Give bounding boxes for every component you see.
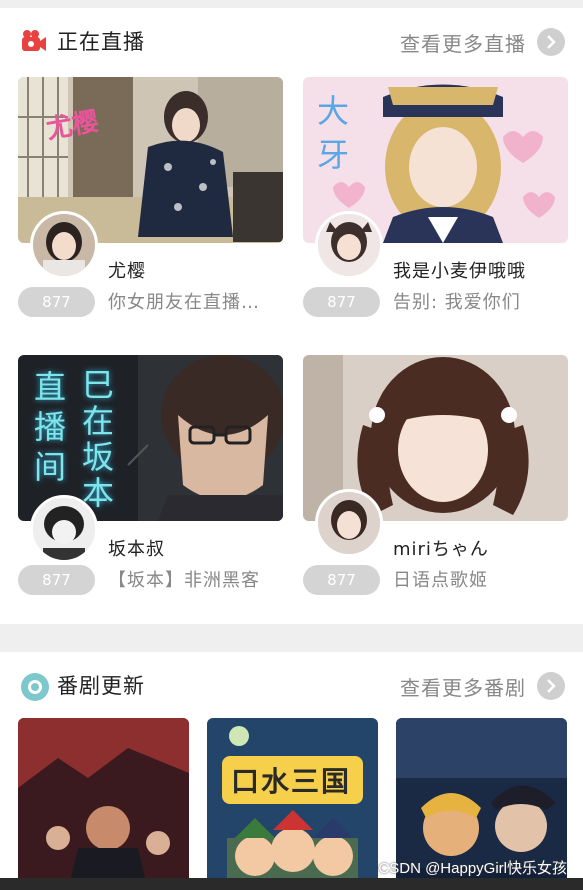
streamer-name: 我是小麦伊哦哦: [393, 261, 526, 282]
more-live-link[interactable]: 查看更多直播: [400, 26, 565, 58]
live-section-title: 正在直播: [57, 30, 145, 54]
streamer-name: 尤樱: [108, 261, 146, 282]
streamer-avatar[interactable]: [315, 211, 383, 279]
chevron-right-icon: [537, 28, 565, 56]
streamer-avatar[interactable]: [315, 489, 383, 557]
thumb-overlay-text-right: 巳在坂本: [82, 366, 115, 512]
viewer-count-badge: 877: [303, 565, 380, 595]
stream-description: 日语点歌姬: [393, 570, 488, 591]
bangumi-title-art: 口水三国: [231, 765, 352, 798]
streamer-name: 坂本叔: [108, 539, 165, 560]
chevron-right-icon: [537, 672, 565, 700]
streamer-avatar[interactable]: [30, 211, 98, 279]
bangumi-section: 番剧更新 查看更多番剧 口水三国: [0, 652, 583, 890]
live-card[interactable]: 大牙 我是小麦伊哦哦 877 告别: 我爱你们: [303, 77, 568, 317]
circle-dot-icon: [20, 672, 49, 701]
bangumi-thumbnail[interactable]: 口水三国: [207, 718, 378, 890]
stream-description: 告别: 我爱你们: [393, 292, 521, 313]
live-section: 正在直播 查看更多直播 尤樱 尤樱 877 你女朋友在直播… 大牙 我是小麦伊哦…: [0, 8, 583, 624]
bangumi-thumbnail[interactable]: [18, 718, 189, 890]
streamer-avatar[interactable]: [30, 495, 98, 563]
live-card[interactable]: 尤樱 尤樱 877 你女朋友在直播…: [18, 77, 283, 317]
more-live-label: 查看更多直播: [400, 31, 526, 56]
live-card[interactable]: 直播间 巳在坂本 坂本叔 877 【坂本】非洲黑客: [18, 355, 283, 595]
more-bangumi-label: 查看更多番剧: [400, 675, 526, 700]
thumb-overlay-text-left: 直播间: [34, 368, 67, 486]
watermark-text: CSDN @HappyGirl快乐女孩: [378, 860, 567, 877]
viewer-count-badge: 877: [303, 287, 380, 317]
bangumi-section-header: 番剧更新 查看更多番剧: [0, 652, 583, 718]
bangumi-section-title: 番剧更新: [57, 674, 145, 698]
stream-description: 你女朋友在直播…: [108, 292, 260, 313]
bottom-bar: [0, 878, 583, 890]
live-card[interactable]: miriちゃん 877 日语点歌姬: [303, 355, 568, 595]
viewer-count-badge: 877: [18, 565, 95, 595]
live-section-header: 正在直播 查看更多直播: [0, 8, 583, 74]
streamer-name: miriちゃん: [393, 539, 489, 560]
video-camera-icon: [20, 28, 48, 56]
more-bangumi-link[interactable]: 查看更多番剧: [400, 670, 565, 702]
thumb-overlay-text: 大牙: [317, 92, 350, 174]
stream-description: 【坂本】非洲黑客: [108, 570, 260, 591]
viewer-count-badge: 877: [18, 287, 95, 317]
